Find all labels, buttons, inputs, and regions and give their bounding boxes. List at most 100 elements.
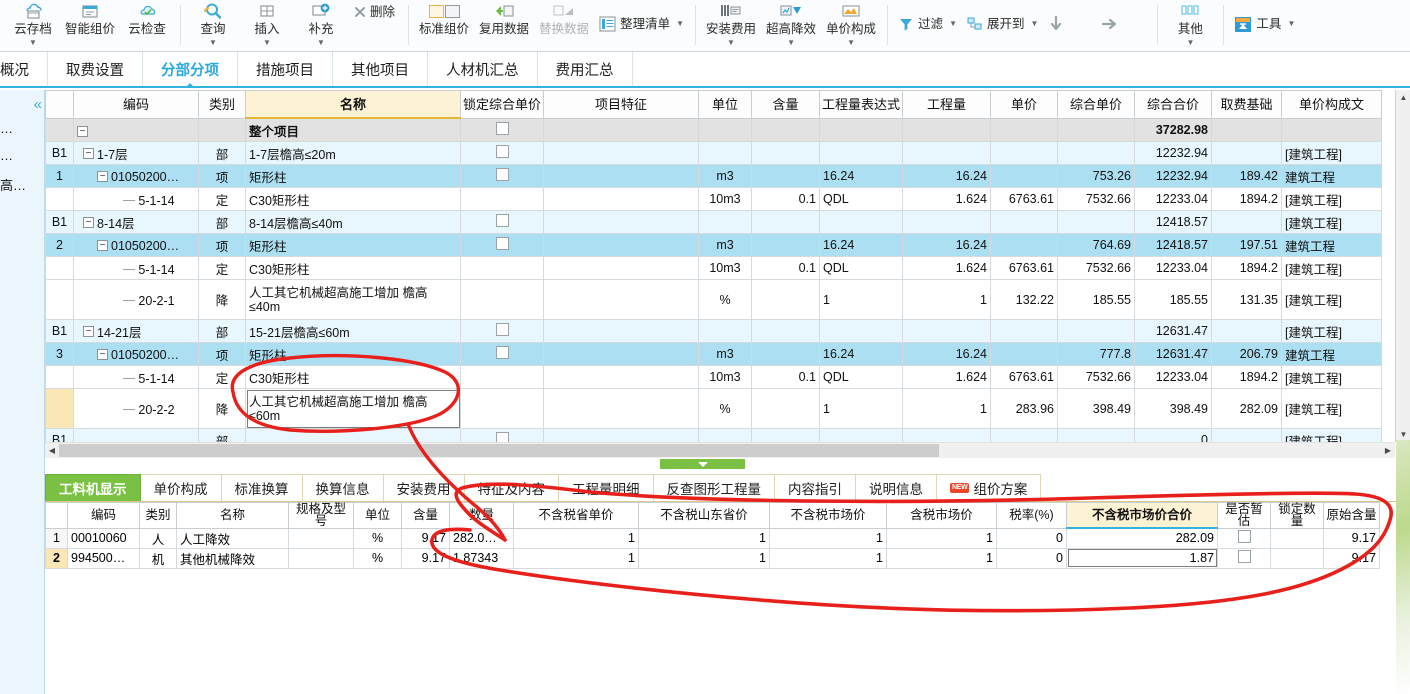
cell-unit[interactable]: 10m3 — [698, 187, 752, 211]
cell-lock-quantity[interactable] — [1270, 527, 1324, 549]
cell-lock[interactable] — [460, 319, 544, 343]
cell-total[interactable]: 12233.04 — [1134, 256, 1212, 280]
chevron-down-icon[interactable]: ▼ — [787, 39, 795, 47]
cell-code[interactable]: 5-1-14 — [73, 187, 199, 211]
cell-name[interactable]: 人工降效 — [176, 527, 289, 549]
cell-content[interactable]: 0.1 — [751, 187, 820, 211]
cell-code[interactable]: 994500… — [67, 547, 140, 569]
table-row[interactable]: B1 −8-14层 部 8-14层檐高≤40m 12418.57 [建筑工程] — [45, 210, 1382, 234]
checkbox-icon[interactable] — [1237, 530, 1251, 543]
cell-lock[interactable] — [460, 187, 544, 211]
col-excl-tax-market-price[interactable]: 不含税市场价 — [769, 502, 887, 529]
col-quantity[interactable]: 工程量 — [902, 90, 991, 119]
cell-total[interactable]: 12233.04 — [1134, 187, 1212, 211]
tree-toggle-icon[interactable]: − — [97, 349, 108, 361]
cell-expr[interactable] — [819, 117, 903, 142]
cell-comp-price[interactable]: 7532.66 — [1057, 365, 1135, 389]
ribbon-button-move-down[interactable] — [1043, 0, 1097, 34]
chevron-down-icon[interactable]: ▼ — [1031, 20, 1039, 28]
tree-toggle-icon[interactable]: − — [83, 325, 94, 337]
cell-base[interactable]: 197.51 — [1211, 233, 1282, 257]
cell-unit[interactable]: 10m3 — [698, 365, 752, 389]
cell-unit[interactable] — [698, 210, 752, 234]
col-unit[interactable]: 单位 — [698, 90, 752, 119]
cell-qty[interactable]: 1.624 — [902, 365, 991, 389]
cell-content[interactable] — [751, 342, 820, 366]
cell-comp-doc[interactable]: [建筑工程] — [1281, 256, 1382, 280]
tab-resource-summary[interactable]: 人材机汇总 — [428, 52, 538, 86]
cell-code[interactable]: −01050200… — [73, 164, 199, 188]
table-row[interactable]: 5-1-14 定 C30矩形柱 10m3 0.1 QDL 1.624 6763.… — [45, 187, 1382, 211]
ribbon-button-smart-price[interactable]: 智能组价 — [60, 0, 120, 37]
cell-price[interactable] — [990, 233, 1058, 257]
col-lock-quantity[interactable]: 锁定数量 — [1270, 502, 1324, 529]
cell-content[interactable]: 0.1 — [751, 365, 820, 389]
chevron-double-left-icon[interactable]: « — [34, 96, 42, 113]
cell-unit[interactable] — [698, 141, 752, 165]
tree-toggle-icon[interactable]: − — [97, 240, 108, 252]
cell-content[interactable] — [751, 141, 820, 165]
cell-expr[interactable]: QDL — [819, 187, 903, 211]
cell-province-price[interactable]: 1 — [513, 527, 639, 549]
cell-feature[interactable] — [543, 233, 699, 257]
ribbon-button-install-cost[interactable]: 安装费用 ▼ — [701, 0, 761, 47]
tab-other-items[interactable]: 其他项目 — [333, 52, 428, 86]
cell-content[interactable]: 9.17 — [401, 527, 450, 549]
cell-spec[interactable] — [288, 527, 354, 549]
col-comp-total-price[interactable]: 综合合价 — [1134, 90, 1212, 119]
cell-content[interactable] — [751, 233, 820, 257]
cell-feature[interactable] — [543, 141, 699, 165]
cell-name[interactable]: 其他机械降效 — [176, 547, 289, 569]
rail-item-1[interactable]: … — [0, 148, 45, 163]
ribbon-button-delete[interactable]: 删除 — [348, 0, 402, 23]
cell-total[interactable]: 185.55 — [1134, 279, 1212, 320]
ribbon-button-move-right[interactable] — [1097, 0, 1151, 34]
cell-total[interactable]: 12631.47 — [1134, 342, 1212, 366]
checkbox-icon[interactable] — [495, 346, 509, 359]
tab-reverse-query-graphic-quantity[interactable]: 反查图形工程量 — [653, 474, 775, 501]
table-row[interactable]: 5-1-14 定 C30矩形柱 10m3 0.1 QDL 1.624 6763.… — [45, 365, 1382, 389]
cell-original-content[interactable]: 9.17 — [1323, 547, 1380, 569]
cell-feature[interactable] — [543, 187, 699, 211]
col-rowno[interactable] — [45, 90, 74, 119]
cell-comp-doc[interactable]: [建筑工程] — [1281, 279, 1382, 320]
ribbon-button-unit-price-composition[interactable]: 单价构成 ▼ — [821, 0, 881, 47]
division-items-grid[interactable]: 编码 类别 名称 锁定综合单价 项目特征 单位 含量 工程量表达式 工程量 单价… — [45, 90, 1410, 458]
cell-is-estimated[interactable] — [1217, 527, 1271, 549]
ribbon-button-height-efficiency[interactable]: 超高降效 ▼ — [761, 0, 821, 47]
cell-unit[interactable] — [698, 319, 752, 343]
cell-feature[interactable] — [543, 342, 699, 366]
splitter-handle[interactable] — [660, 459, 745, 469]
cell-price[interactable] — [990, 210, 1058, 234]
cell-name[interactable]: 矩形柱 — [245, 342, 461, 366]
col-quantity-expression[interactable]: 工程量表达式 — [819, 90, 903, 119]
ribbon-button-standard-price[interactable]: 标准组价 — [414, 0, 474, 37]
cell-expr[interactable]: 1 — [819, 388, 903, 429]
cell-code[interactable]: −14-21层 — [73, 319, 199, 343]
main-grid-horizontal-scrollbar[interactable]: ◀ ▶ — [45, 442, 1395, 458]
cell-price[interactable] — [990, 141, 1058, 165]
col-unit-price[interactable]: 单价 — [990, 90, 1058, 119]
cell-comp-price[interactable] — [1057, 117, 1135, 142]
cell-qty[interactable]: 1 — [902, 388, 991, 429]
cell-content[interactable] — [751, 210, 820, 234]
cell-unit[interactable]: m3 — [698, 164, 752, 188]
cell-comp-price[interactable]: 753.26 — [1057, 164, 1135, 188]
cell-total[interactable]: 37282.98 — [1134, 117, 1212, 142]
scrollbar-thumb[interactable] — [59, 444, 939, 457]
cell-name[interactable]: C30矩形柱 — [245, 187, 461, 211]
tab-conversion-info[interactable]: 换算信息 — [302, 474, 384, 501]
cell-name[interactable]: 整个项目 — [245, 117, 461, 142]
cell-comp-doc[interactable]: [建筑工程] — [1281, 365, 1382, 389]
cell-comp-price[interactable] — [1057, 319, 1135, 343]
checkbox-icon[interactable] — [495, 237, 509, 250]
cell-expr[interactable] — [819, 210, 903, 234]
cell-market-total-active[interactable]: 1.87 — [1066, 547, 1218, 569]
col-code[interactable]: 编码 — [67, 502, 140, 529]
cell-name[interactable]: 人工其它机械超高施工增加 檐高≤40m — [245, 279, 461, 320]
cell-market-price[interactable]: 1 — [769, 527, 887, 549]
cell-lock[interactable] — [460, 164, 544, 188]
ribbon-button-filter[interactable]: 过滤 ▼ — [893, 0, 962, 34]
cell-total[interactable]: 12418.57 — [1134, 210, 1212, 234]
tab-content-guide[interactable]: 内容指引 — [775, 474, 856, 501]
